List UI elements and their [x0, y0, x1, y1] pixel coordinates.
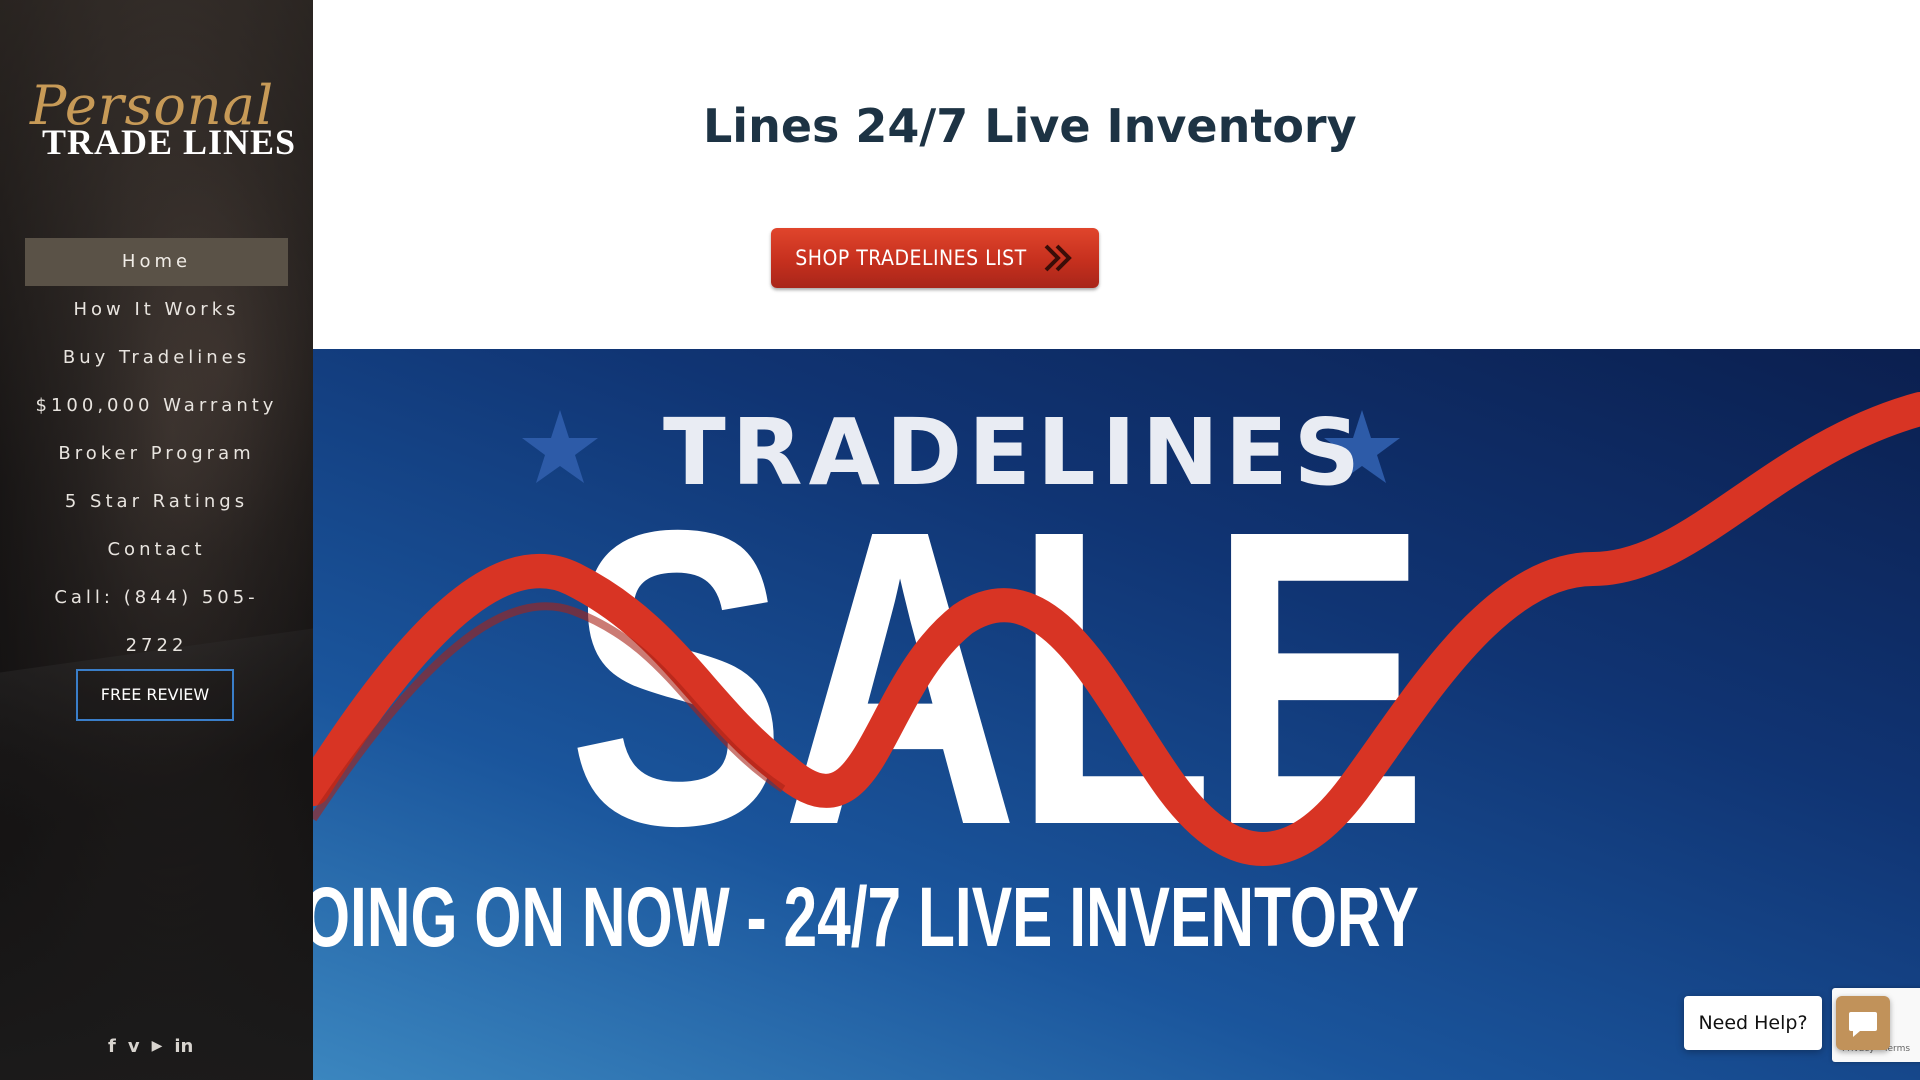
chat-bubble-icon — [1849, 1012, 1877, 1037]
vimeo-icon[interactable]: v — [128, 1036, 140, 1057]
need-help-bubble[interactable]: Need Help? — [1684, 996, 1822, 1050]
nav-item-how-it-works[interactable]: How It Works — [25, 286, 288, 334]
facebook-icon[interactable]: f — [108, 1036, 116, 1057]
youtube-icon[interactable]: ▶ — [152, 1038, 163, 1054]
nav-item-contact[interactable]: Contact — [25, 526, 288, 574]
shop-tradelines-button[interactable]: SHOP TRADELINES LIST — [771, 228, 1099, 288]
nav-item-warranty[interactable]: $100,000 Warranty — [25, 382, 288, 430]
nav-item-star-ratings[interactable]: 5 Star Ratings — [25, 478, 288, 526]
page-title: Lines 24/7 Live Inventory — [703, 98, 1357, 153]
banner-big-word: SALE — [568, 444, 1428, 913]
chat-button[interactable] — [1836, 996, 1890, 1050]
logo-block-text: TRADE LINES — [42, 122, 297, 162]
nav-item-broker-program[interactable]: Broker Program — [25, 430, 288, 478]
shop-button-label: SHOP TRADELINES LIST — [795, 246, 1027, 270]
double-chevron-right-icon — [1044, 244, 1072, 272]
nav-item-buy-tradelines[interactable]: Buy Tradelines — [25, 334, 288, 382]
nav-item-call[interactable]: Call: (844) 505-2722 — [25, 574, 288, 656]
social-links: f v ▶ in — [108, 1033, 193, 1059]
free-review-button[interactable]: FREE REVIEW — [76, 669, 234, 721]
site-logo[interactable]: Personal TRADE LINES — [26, 76, 295, 163]
linkedin-icon[interactable]: in — [174, 1036, 193, 1057]
nav-item-home[interactable]: Home — [25, 238, 288, 286]
banner-tagline: OING ON NOW - 24/7 LIVE INVENTORY — [313, 870, 1419, 964]
main-nav: Home How It Works Buy Tradelines $100,00… — [0, 238, 313, 656]
sidebar: Personal TRADE LINES Home How It Works B… — [0, 0, 313, 1080]
sale-banner[interactable]: TRADELINES SALE OING ON NOW - 24/7 LIVE … — [313, 349, 1920, 1080]
